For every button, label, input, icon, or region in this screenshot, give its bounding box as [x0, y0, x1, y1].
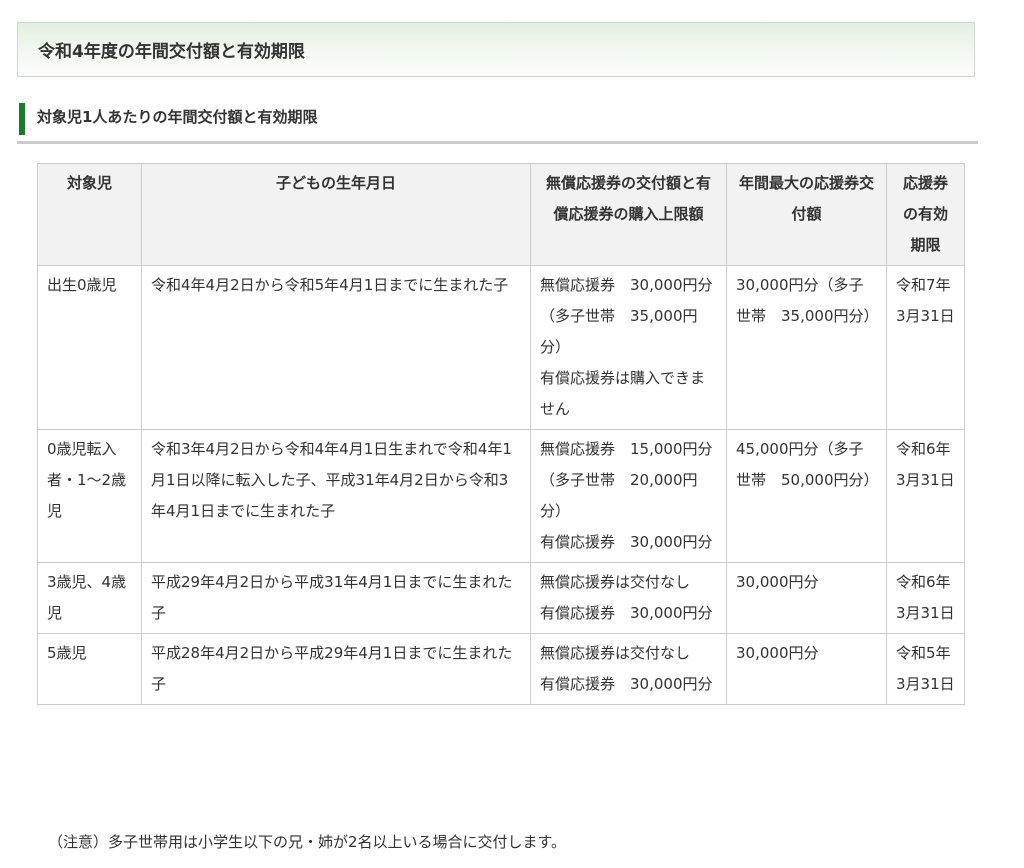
- cell-birth-date: 平成29年4月2日から平成31年4月1日までに生まれた子: [141, 562, 531, 634]
- cell-birth-date: 平成28年4月2日から平成29年4月1日までに生まれた子: [141, 633, 531, 705]
- heading-accent-bar: [19, 103, 25, 135]
- cell-annual-max: 30,000円分: [726, 633, 887, 705]
- subsection-heading-box: 対象児1人あたりの年間交付額と有効期限: [17, 100, 978, 144]
- cell-annual-max: 30,000円分（多子世帯 35,000円分）: [726, 265, 887, 430]
- table-header-row: 対象児 子どもの生年月日 無償応援券の交付額と有償応援券の購入上限額 年間最大の…: [37, 163, 965, 266]
- table-row: 0歳児転入者・1〜2歳児 令和3年4月2日から令和4年4月1日生まれで令和4年1…: [37, 429, 965, 563]
- note-text: （注意）多子世帯用は小学生以下の兄・姉が2名以上いる場合に交付します。: [48, 833, 567, 851]
- cell-voucher-amount: 無償応援券は交付なし 有償応援券 30,000円分: [530, 562, 727, 634]
- allowance-table: 対象児 子どもの生年月日 無償応援券の交付額と有償応援券の購入上限額 年間最大の…: [37, 163, 965, 705]
- header-expiry: 応援券の有効期限: [886, 163, 965, 266]
- cell-annual-max: 45,000円分（多子世帯 50,000円分）: [726, 429, 887, 563]
- cell-annual-max: 30,000円分: [726, 562, 887, 634]
- header-annual-max-amount: 年間最大の応援券交付額: [726, 163, 887, 266]
- cell-expiry: 令和6年3月31日: [886, 429, 965, 563]
- table-row: 3歳児、4歳児 平成29年4月2日から平成31年4月1日までに生まれた子 無償応…: [37, 562, 965, 634]
- cell-expiry: 令和6年3月31日: [886, 562, 965, 634]
- cell-birth-date: 令和3年4月2日から令和4年4月1日生まれで令和4年1月1日以降に転入した子、平…: [141, 429, 531, 563]
- section-heading-box: 令和4年度の年間交付額と有効期限: [17, 22, 975, 77]
- table-row: 5歳児 平成28年4月2日から平成29年4月1日までに生まれた子 無償応援券は交…: [37, 633, 965, 705]
- page: 令和4年度の年間交付額と有効期限 対象児1人あたりの年間交付額と有効期限 対象児…: [0, 0, 1024, 868]
- header-birth-date: 子どもの生年月日: [141, 163, 531, 266]
- cell-voucher-amount: 無償応援券 15,000円分（多子世帯 20,000円分） 有償応援券 30,0…: [530, 429, 727, 563]
- section-heading: 令和4年度の年間交付額と有効期限: [38, 42, 305, 62]
- cell-voucher-amount: 無償応援券は交付なし 有償応援券 30,000円分: [530, 633, 727, 705]
- cell-expiry: 令和5年3月31日: [886, 633, 965, 705]
- cell-voucher-amount: 無償応援券 30,000円分（多子世帯 35,000円分） 有償応援券は購入でき…: [530, 265, 727, 430]
- cell-target-child: 0歳児転入者・1〜2歳児: [37, 429, 142, 563]
- header-target-child: 対象児: [37, 163, 142, 266]
- cell-expiry: 令和7年3月31日: [886, 265, 965, 430]
- cell-target-child: 3歳児、4歳児: [37, 562, 142, 634]
- table-row: 出生0歳児 令和4年4月2日から令和5年4月1日までに生まれた子 無償応援券 3…: [37, 265, 965, 430]
- cell-target-child: 出生0歳児: [37, 265, 142, 430]
- header-free-voucher-amount: 無償応援券の交付額と有償応援券の購入上限額: [530, 163, 727, 266]
- subsection-heading: 対象児1人あたりの年間交付額と有効期限: [37, 108, 318, 126]
- cell-target-child: 5歳児: [37, 633, 142, 705]
- cell-birth-date: 令和4年4月2日から令和5年4月1日までに生まれた子: [141, 265, 531, 430]
